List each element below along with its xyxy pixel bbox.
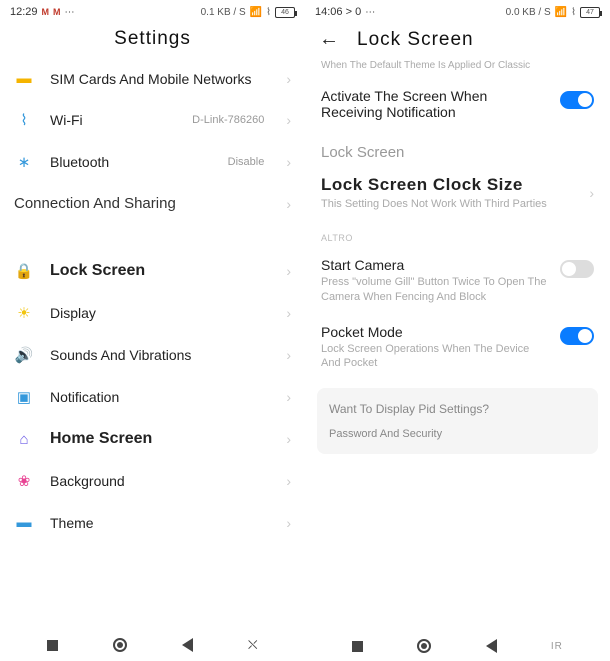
nav-home-button[interactable] xyxy=(113,638,127,652)
settings-row[interactable]: ⌇ Wi-Fi D-Link-786260 › xyxy=(0,99,305,141)
row-label: Wi-Fi xyxy=(50,112,176,128)
nav-recents-button[interactable] xyxy=(352,641,363,652)
more-icon: ⋯ xyxy=(365,7,375,18)
chevron-right-icon: › xyxy=(286,347,291,363)
toggle-pocket-mode[interactable] xyxy=(560,327,594,345)
nav-back-button[interactable] xyxy=(486,639,497,653)
status-bar: 14:06 > 0 ⋯ 0.0 KB / S 📶 ⌇ 47 xyxy=(305,0,610,20)
settings-list[interactable]: ▬ SIM Cards And Mobile Networks › ⌇ Wi-Fi D-L… xyxy=(0,58,305,627)
row-value: Disable xyxy=(228,156,265,168)
nav-home-button[interactable] xyxy=(417,639,431,653)
settings-row[interactable]: 🔒 Lock Screen › xyxy=(0,250,305,292)
lockscreen-settings-screen: 14:06 > 0 ⋯ 0.0 KB / S 📶 ⌇ 47 ← Lock Scr… xyxy=(305,0,610,661)
nav-back-button[interactable] xyxy=(182,638,193,652)
section-other: ALTRO xyxy=(305,221,610,247)
chevron-right-icon: › xyxy=(286,431,291,447)
row-icon: ▬ xyxy=(14,70,34,87)
nav-bar: IR xyxy=(305,629,610,661)
row-label: Background xyxy=(50,473,270,489)
row-pocket-mode[interactable]: Pocket Mode Lock Screen Operations When … xyxy=(305,314,610,381)
row-label: Home Screen xyxy=(50,430,270,448)
row-icon: 🔊 xyxy=(14,346,34,364)
row-clock-size[interactable]: Lock Screen Clock Size This Setting Does… xyxy=(305,165,610,221)
settings-row[interactable]: ▣ Notification › xyxy=(0,376,305,418)
more-icon: ⋯ xyxy=(65,7,75,18)
settings-row[interactable]: ☀ Display › xyxy=(0,292,305,334)
row-icon: ▬ xyxy=(14,514,34,531)
row-icon: ⌂ xyxy=(14,431,34,448)
settings-row[interactable]: ∗ Bluetooth Disable › xyxy=(0,141,305,183)
nav-bar: ⛌ xyxy=(0,627,305,661)
row-icon: ▣ xyxy=(14,388,34,406)
section-connection-sharing[interactable]: Connection And Sharing › xyxy=(0,183,305,224)
gmail-icon: M xyxy=(53,7,61,17)
wifi-icon: ⌇ xyxy=(266,7,271,18)
settings-row[interactable]: 🔊 Sounds And Vibrations › xyxy=(0,334,305,376)
back-button[interactable]: ← xyxy=(319,28,339,51)
page-title: Settings xyxy=(114,28,191,49)
chevron-right-icon: › xyxy=(286,196,291,212)
signal-icon: 📶 xyxy=(250,7,262,18)
page-title: Lock Screen xyxy=(357,29,474,51)
settings-row[interactable]: ⌂ Home Screen › xyxy=(0,418,305,460)
nav-ir-label: IR xyxy=(551,641,563,652)
row-label: SIM Cards And Mobile Networks xyxy=(50,71,270,87)
status-data: 0.1 KB / S xyxy=(201,7,246,18)
chevron-right-icon: › xyxy=(589,185,594,201)
settings-row[interactable]: ❀ Background › xyxy=(0,460,305,502)
settings-screen: 12:29 M M ⋯ 0.1 KB / S 📶 ⌇ 46 Settings ▬… xyxy=(0,0,305,661)
row-label: Notification xyxy=(50,389,270,405)
chevron-right-icon: › xyxy=(286,263,291,279)
gmail-icon: M xyxy=(42,7,50,17)
status-time: 12:29 xyxy=(10,6,38,18)
header: Settings xyxy=(0,20,305,58)
chevron-right-icon: › xyxy=(286,112,291,128)
settings-row[interactable]: ▬ Theme › xyxy=(0,502,305,543)
row-label: Lock Screen xyxy=(50,262,270,280)
row-label: Display xyxy=(50,305,270,321)
row-value: D-Link-786260 xyxy=(192,114,264,126)
row-label: Bluetooth xyxy=(50,154,212,170)
row-icon: ⌇ xyxy=(14,111,34,129)
row-wake-on-notification[interactable]: Activate The Screen When Receiving Notif… xyxy=(305,78,610,130)
status-time: 14:06 > 0 xyxy=(315,6,361,18)
chevron-right-icon: › xyxy=(286,389,291,405)
row-icon: ☀ xyxy=(14,304,34,322)
wifi-icon: ⌇ xyxy=(571,7,576,18)
toggle-start-camera[interactable] xyxy=(560,260,594,278)
status-bar: 12:29 M M ⋯ 0.1 KB / S 📶 ⌇ 46 xyxy=(0,0,305,20)
row-icon: ❀ xyxy=(14,472,34,490)
row-icon: ∗ xyxy=(14,153,34,171)
nav-accessibility-button[interactable]: ⛌ xyxy=(248,637,258,653)
signal-icon: 📶 xyxy=(555,7,567,18)
toggle-wake-on-notification[interactable] xyxy=(560,91,594,109)
chevron-right-icon: › xyxy=(286,305,291,321)
row-icon: 🔒 xyxy=(14,262,34,280)
chevron-right-icon: › xyxy=(286,71,291,87)
lockscreen-list[interactable]: Activate The Screen When Receiving Notif… xyxy=(305,78,610,629)
header-subtitle: When The Default Theme Is Applied Or Cla… xyxy=(305,59,610,78)
row-label: Sounds And Vibrations xyxy=(50,347,270,363)
battery-icon: 46 xyxy=(275,7,295,18)
info-card-pid-settings[interactable]: Want To Display Pid Settings? Password A… xyxy=(317,388,598,454)
status-data: 0.0 KB / S xyxy=(506,7,551,18)
header: ← Lock Screen xyxy=(305,20,610,59)
chevron-right-icon: › xyxy=(286,515,291,531)
battery-icon: 47 xyxy=(580,7,600,18)
settings-row[interactable]: ▬ SIM Cards And Mobile Networks › xyxy=(0,58,305,99)
row-label: Theme xyxy=(50,515,270,531)
chevron-right-icon: › xyxy=(286,473,291,489)
section-lock-screen: Lock Screen xyxy=(305,130,610,165)
chevron-right-icon: › xyxy=(286,154,291,170)
row-start-camera[interactable]: Start Camera Press "volume Gill" Button … xyxy=(305,247,610,314)
nav-recents-button[interactable] xyxy=(47,640,58,651)
